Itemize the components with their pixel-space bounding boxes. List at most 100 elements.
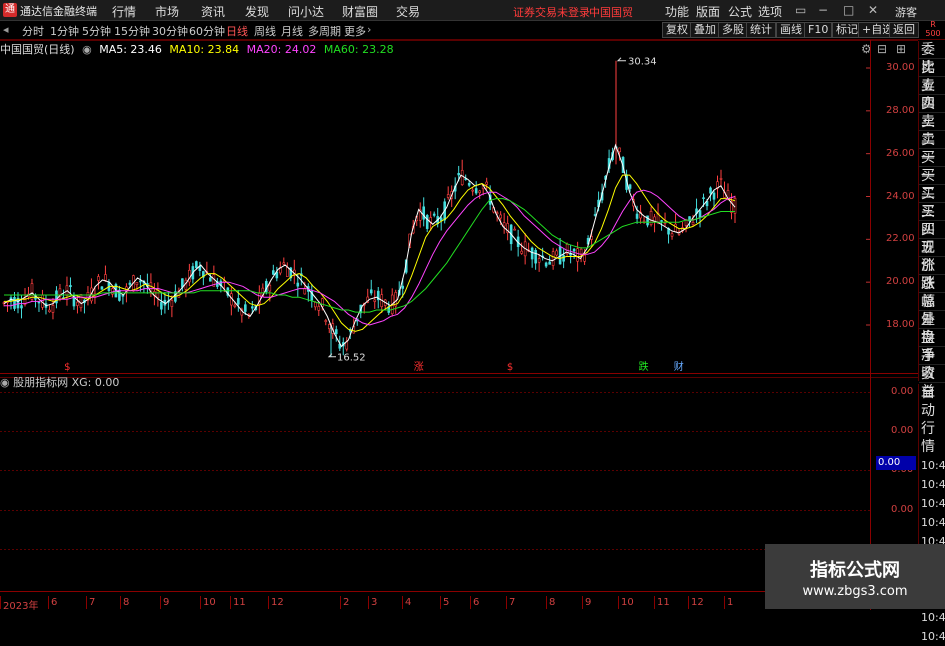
- candle-body: [583, 254, 586, 262]
- btn-fuquan[interactable]: 复权: [662, 22, 692, 38]
- sidebar-item[interactable]: 涨幅: [919, 275, 945, 310]
- candle-body: [474, 188, 478, 194]
- candle-body: [422, 206, 426, 220]
- sidebar-item[interactable]: 换手: [919, 329, 945, 364]
- sidebar-item[interactable]: 卖五: [919, 59, 945, 94]
- sidebar-item[interactable]: 卖一: [919, 131, 945, 166]
- date-tick: [654, 596, 655, 609]
- candle-body: [544, 262, 548, 267]
- candle-body: [303, 288, 307, 295]
- menu-gongneng[interactable]: 功能: [665, 3, 689, 20]
- candle-body: [69, 285, 72, 288]
- candle-body: [327, 324, 331, 329]
- ma-line-ma60: [4, 198, 735, 313]
- date-tick: [440, 596, 441, 609]
- candle-body: [502, 222, 506, 227]
- skin-icon[interactable]: ▭: [795, 3, 806, 17]
- period-5min[interactable]: 5分钟: [82, 23, 111, 39]
- menu-jiaoyi[interactable]: 交易: [396, 3, 420, 20]
- sidebar-item[interactable]: 现价: [919, 239, 945, 274]
- candle-body: [485, 181, 488, 185]
- candle-body: [37, 301, 41, 304]
- more-chevron-icon[interactable]: ›: [367, 23, 371, 36]
- sidebar-item[interactable]: 买四: [919, 203, 945, 238]
- sidebar-item[interactable]: 卖三: [919, 95, 945, 130]
- candle-body: [618, 147, 621, 153]
- candle-body: [670, 233, 674, 237]
- date-tick-label: 11: [233, 597, 246, 608]
- candle-body: [635, 213, 639, 219]
- btn-f10[interactable]: F10: [804, 22, 833, 38]
- sidebar-item[interactable]: 买一: [919, 149, 945, 184]
- date-tick: [546, 596, 547, 609]
- toolbar-left-arrow-icon[interactable]: ◂: [3, 23, 9, 36]
- sidebar2-auto[interactable]: 自动: [919, 384, 945, 420]
- candle-body: [237, 298, 240, 305]
- menu-shichang[interactable]: 市场: [155, 3, 179, 20]
- candle-body: [537, 258, 541, 263]
- date-tick-label: 8: [549, 597, 556, 608]
- sidebar-item[interactable]: 买三: [919, 185, 945, 220]
- btn-diejia[interactable]: 叠加: [690, 22, 720, 38]
- period-daily[interactable]: 日线: [226, 23, 248, 39]
- period-fenshi[interactable]: 分时: [22, 23, 44, 39]
- menu-caifuquan[interactable]: 财富圈: [342, 3, 378, 20]
- sidebar-item[interactable]: 买五: [919, 221, 945, 256]
- sidebar-item[interactable]: 卖四: [919, 77, 945, 112]
- period-monthly[interactable]: 月线: [281, 23, 303, 39]
- menu-gongshi[interactable]: 公式: [728, 3, 752, 20]
- menu-faxian[interactable]: 发现: [245, 3, 269, 20]
- ma-line-ma20: [4, 189, 736, 326]
- sidebar2-hangqing[interactable]: 行情: [919, 420, 945, 456]
- date-tick-label: 12: [271, 597, 284, 608]
- btn-tongji[interactable]: 统计: [746, 22, 776, 38]
- period-weekly[interactable]: 周线: [254, 23, 276, 39]
- date-tick-label: 7: [89, 597, 96, 608]
- sidebar-item[interactable]: 买二: [919, 167, 945, 202]
- candle-body: [660, 220, 663, 222]
- sidebar-item[interactable]: 委比: [919, 41, 945, 76]
- minimize-icon[interactable]: −: [818, 3, 828, 17]
- r500-badge[interactable]: R 500: [921, 20, 945, 40]
- sidebar-item[interactable]: 涨跌: [919, 257, 945, 292]
- candle-body: [286, 266, 289, 277]
- date-tick: [506, 596, 507, 609]
- period-60min[interactable]: 60分钟: [189, 23, 225, 39]
- tick-time: 10:45: [921, 630, 945, 643]
- candle-body: [334, 329, 338, 335]
- sidebar-item[interactable]: 总量: [919, 293, 945, 328]
- date-tick: [402, 596, 403, 609]
- menu-xuanxiang[interactable]: 选项: [758, 3, 782, 20]
- sidebar-item[interactable]: 收益: [919, 365, 945, 400]
- period-15min[interactable]: 15分钟: [114, 23, 150, 39]
- menu-wenxiaoda[interactable]: 问小达: [288, 3, 324, 20]
- date-tick-label: 7: [509, 597, 516, 608]
- btn-huaxian[interactable]: 画线: [776, 22, 806, 38]
- menu-banmian[interactable]: 版面: [696, 3, 720, 20]
- btn-duogu[interactable]: 多股: [718, 22, 748, 38]
- date-tick: [618, 596, 619, 609]
- candle-body: [369, 289, 373, 294]
- period-30min[interactable]: 30分钟: [152, 23, 188, 39]
- menu-zixun[interactable]: 资讯: [201, 3, 225, 20]
- candle-body: [702, 197, 705, 200]
- kline-chart[interactable]: 30.34 16.52 $ 涨 $ 跌 财: [0, 40, 918, 610]
- period-1min[interactable]: 1分钟: [50, 23, 79, 39]
- candle-body: [698, 210, 702, 218]
- login-warning[interactable]: 证券交易未登录: [513, 4, 590, 20]
- btn-fanhui[interactable]: 返回: [889, 22, 919, 38]
- date-tick-label: 1: [727, 597, 734, 608]
- period-more[interactable]: 更多: [344, 23, 366, 39]
- period-multi[interactable]: 多周期: [308, 23, 341, 39]
- sidebar-item[interactable]: 外盘: [919, 311, 945, 346]
- xg-settings-icon[interactable]: ◉: [0, 376, 10, 389]
- guest-label[interactable]: 游客: [895, 4, 917, 20]
- xg-indicator-header: ◉ 股朋指标网 XG: 0.00: [0, 374, 119, 390]
- candle-body: [13, 297, 16, 309]
- menu-hangqing[interactable]: 行情: [112, 3, 136, 20]
- sidebar-item[interactable]: 卖二: [919, 113, 945, 148]
- sidebar-item[interactable]: 净资: [919, 347, 945, 382]
- close-icon[interactable]: ✕: [868, 3, 878, 17]
- candle-body: [100, 286, 104, 290]
- maximize-icon[interactable]: □: [843, 3, 854, 17]
